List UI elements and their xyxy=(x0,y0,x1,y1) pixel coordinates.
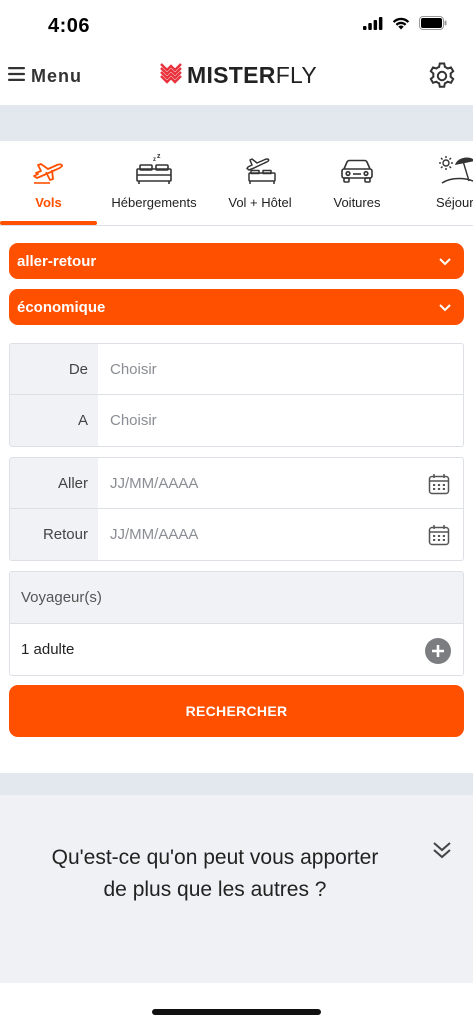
search-button[interactable]: RECHERCHER xyxy=(9,685,464,737)
svg-text:z: z xyxy=(157,153,161,160)
logo-mark-icon xyxy=(159,62,183,89)
trip-type-value: aller-retour xyxy=(17,253,97,270)
tab-label: Voitures xyxy=(333,195,381,210)
promo-section[interactable]: Qu'est-ce qu'on peut vous apporter de pl… xyxy=(0,795,473,983)
to-label: A xyxy=(10,395,98,446)
travellers-count: 1 adulte xyxy=(21,641,75,658)
section-separator xyxy=(0,773,473,795)
tab-label: Vol + Hôtel xyxy=(228,195,292,210)
settings-button[interactable] xyxy=(427,61,457,91)
home-indicator[interactable] xyxy=(152,1009,321,1015)
car-icon xyxy=(336,153,378,187)
from-input[interactable]: Choisir xyxy=(110,344,157,394)
svg-text:z: z xyxy=(153,157,156,163)
cabin-class-select[interactable]: économique xyxy=(9,289,464,325)
return-row: Retour JJ/MM/AAAA xyxy=(10,509,463,560)
tab-label: Vols xyxy=(35,195,62,210)
tab-label: Séjours xyxy=(435,195,473,210)
to-input[interactable]: Choisir xyxy=(110,395,157,446)
calendar-icon[interactable] xyxy=(428,473,450,495)
misterfly-logo[interactable]: MISTERFLY xyxy=(159,62,317,89)
route-card: De Choisir A Choisir xyxy=(9,343,464,447)
promo-title: Qu'est-ce qu'on peut vous apporter de pl… xyxy=(51,846,379,901)
calendar-icon[interactable] xyxy=(428,524,450,546)
app-header: Menu MISTERFLY xyxy=(0,50,473,105)
tab-voitures[interactable]: Voitures xyxy=(310,141,404,225)
battery-icon xyxy=(419,16,447,35)
wifi-icon xyxy=(392,17,410,35)
return-label: Retour xyxy=(10,509,98,560)
depart-date-input[interactable]: JJ/MM/AAAA xyxy=(110,458,198,508)
status-bar: 4:06 xyxy=(0,0,473,50)
depart-label: Aller xyxy=(10,458,98,508)
travellers-row[interactable]: 1 adulte xyxy=(10,624,463,675)
plane-icon xyxy=(28,153,70,187)
product-tabs: Vols z z Hébergements Vol + Hôtel Voitur… xyxy=(0,141,473,226)
status-time: 4:06 xyxy=(48,15,91,37)
plane-hotel-icon xyxy=(239,153,281,187)
chevron-down-icon xyxy=(438,255,452,267)
menu-button[interactable]: Menu xyxy=(8,63,82,89)
beach-icon xyxy=(437,153,473,187)
active-tab-indicator xyxy=(0,221,97,225)
tab-vols[interactable]: Vols xyxy=(0,141,97,225)
cabin-class-value: économique xyxy=(17,299,106,316)
tab-vol-hotel[interactable]: Vol + Hôtel xyxy=(210,141,310,225)
travellers-header: Voyageur(s) xyxy=(10,572,463,624)
trip-type-select[interactable]: aller-retour xyxy=(9,243,464,279)
to-row: A Choisir xyxy=(10,395,463,446)
hamburger-icon xyxy=(8,66,25,86)
return-date-input[interactable]: JJ/MM/AAAA xyxy=(110,509,198,560)
chevron-down-icon xyxy=(438,301,452,313)
gear-icon xyxy=(427,62,457,95)
logo-text: MISTERFLY xyxy=(187,62,318,88)
tab-hebergements[interactable]: z z Hébergements xyxy=(104,141,204,225)
header-separator xyxy=(0,105,473,141)
tab-sejours[interactable]: Séjours xyxy=(418,141,473,225)
plus-icon xyxy=(432,645,444,657)
double-chevron-down-icon[interactable] xyxy=(431,840,453,860)
dates-card: Aller JJ/MM/AAAA Retour JJ/MM/AAAA xyxy=(9,457,464,561)
from-label: De xyxy=(10,344,98,394)
status-icons xyxy=(363,16,447,35)
depart-row: Aller JJ/MM/AAAA xyxy=(10,458,463,509)
signal-icon xyxy=(363,16,383,35)
from-row: De Choisir xyxy=(10,344,463,395)
travellers-card: Voyageur(s) 1 adulte xyxy=(9,571,464,676)
add-traveller-button[interactable] xyxy=(425,638,451,664)
tab-label: Hébergements xyxy=(111,195,197,210)
bed-icon: z z xyxy=(133,153,175,187)
menu-label: Menu xyxy=(31,65,82,86)
travellers-title: Voyageur(s) xyxy=(21,589,102,606)
